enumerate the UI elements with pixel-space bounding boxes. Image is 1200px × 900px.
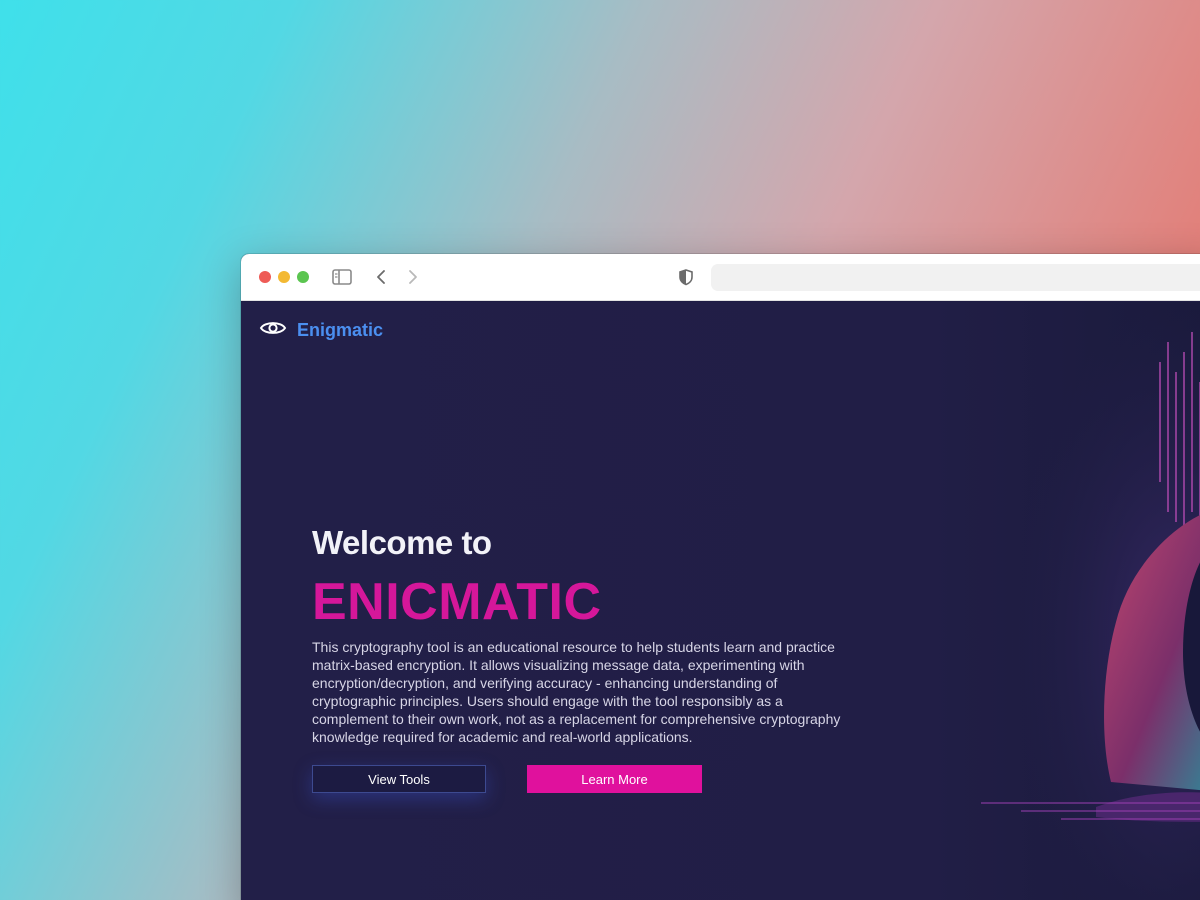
learn-more-button[interactable]: Learn More [527,765,702,793]
brand-logo[interactable]: Enigmatic [259,319,383,342]
address-bar[interactable] [711,264,1200,291]
hacker-illustration [921,302,1200,900]
forward-icon[interactable] [401,267,423,287]
eye-icon [259,319,287,342]
view-tools-button[interactable]: View Tools [312,765,486,793]
hero-title: ENICMATIC [312,573,602,631]
brand-name: Enigmatic [297,320,384,340]
close-window-button[interactable] [259,271,271,283]
minimize-window-button[interactable] [278,271,290,283]
sidebar-icon[interactable] [331,267,353,287]
hero-actions: View Tools Learn More [312,765,872,795]
hero-description: This cryptography tool is an educational… [312,639,841,745]
browser-toolbar [241,254,1200,301]
page-content: Enigmatic Welcome to ENICMATIC This cryp… [241,302,1200,900]
browser-window: Enigmatic Welcome to ENICMATIC This cryp… [241,254,1200,900]
back-icon[interactable] [371,267,393,287]
hero-section: Welcome to ENICMATIC This cryptography t… [312,524,872,795]
maximize-window-button[interactable] [297,271,309,283]
hero-welcome: Welcome to [312,524,492,561]
shield-icon[interactable] [675,267,697,287]
